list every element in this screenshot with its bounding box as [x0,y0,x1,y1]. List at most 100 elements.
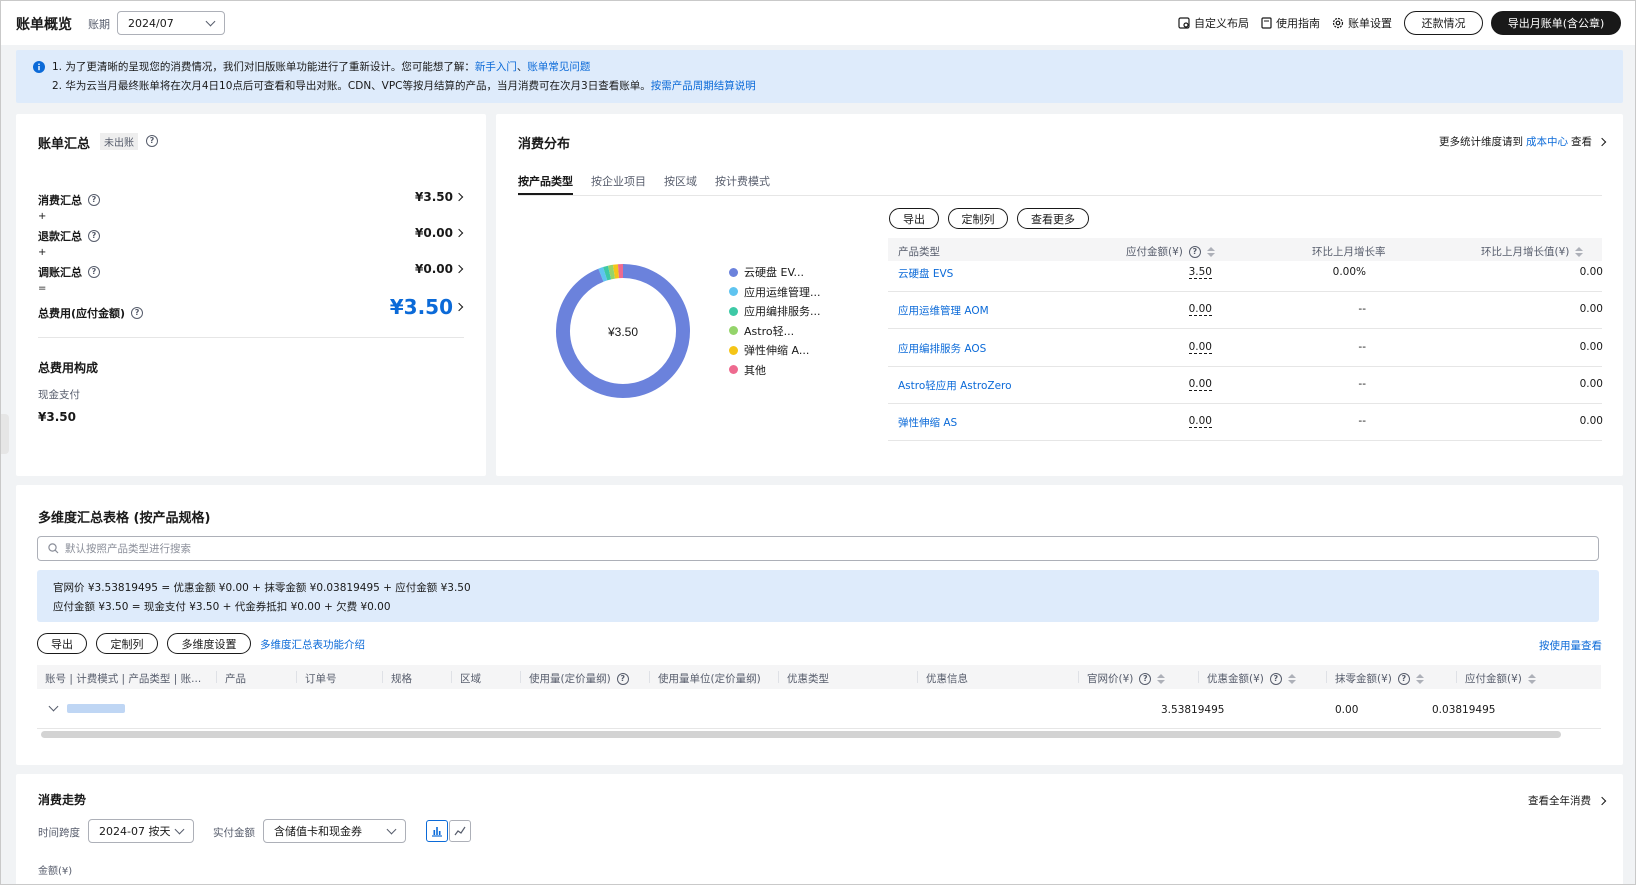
cash-value: ¥3.50 [38,410,76,424]
guide-link[interactable]: 使用指南 [1261,15,1320,31]
payable-amount[interactable]: 0.00 [1188,303,1212,317]
tab-billing-mode[interactable]: 按计费模式 [715,173,770,189]
legend-item[interactable]: 云硬盘 EV... [729,264,804,280]
legend-item[interactable]: 应用运维管理... [729,284,821,300]
payable-amount[interactable]: 0.00 [1188,378,1212,391]
legend-item[interactable]: Astro轻... [729,323,794,339]
product-link[interactable]: Astro轻应用 AstroZero [898,378,1012,393]
line-chart-toggle[interactable] [449,820,471,842]
legend-item[interactable]: 其他 [729,362,766,378]
payable-amount[interactable]: 0.00 [1188,415,1212,429]
help-icon[interactable]: ? [88,230,100,242]
mom-value: 0.00 [1579,377,1603,390]
legend-dot [729,287,738,296]
export-button[interactable]: 导出 [889,208,939,229]
help-icon[interactable]: ? [88,266,100,278]
multi-intro-link[interactable]: 多维度汇总表功能介绍 [260,637,365,652]
sort-icon[interactable] [1527,673,1536,684]
search-placeholder: 默认按照产品类型进行搜索 [65,543,191,555]
multi-col-header: 规格 [391,671,412,686]
help-icon[interactable]: ? [131,307,144,319]
tab-enterprise-project[interactable]: 按企业项目 [591,173,646,189]
account-name-redacted[interactable] [67,704,125,713]
formula-box: 官网价 ¥3.53819495 = 优惠金额 ¥0.00 + 抹零金额 ¥0.0… [37,570,1599,622]
customize-columns-button[interactable]: 定制列 [948,208,1008,229]
donut-slice[interactable] [598,267,608,282]
composition-title: 总费用构成 [38,361,99,375]
legend-item[interactable]: 应用编排服务... [729,303,821,319]
payable-amount[interactable]: 0.00 [1188,341,1212,354]
custom-layout-link[interactable]: 自定义布局 [1178,15,1249,31]
amount-type-label: 实付金额 [213,827,255,839]
chevron-right-icon [454,302,464,312]
donut-slice[interactable] [612,264,620,279]
mom-rate: -- [1358,303,1366,316]
multi-col-label: 官网价(¥) [1087,673,1134,685]
repay-button[interactable]: 还款情况 [1404,11,1483,35]
sort-icon[interactable] [1157,673,1166,684]
multi-col-label: 账号 | 计费模式 | 产品类型 | 账... [45,673,202,685]
bar-chart-toggle[interactable] [426,820,448,842]
multi-col-header: 使用量单位(定价量纲) [658,671,761,686]
period-select[interactable]: 2024/07 [117,11,225,35]
time-span-select[interactable]: 2024-07 按天 [88,819,194,843]
product-link[interactable]: 应用运维管理 AOM [898,303,989,318]
cost-center-link[interactable]: 成本中心 [1526,134,1568,149]
chevron-right-icon [454,228,464,238]
donut-slice[interactable] [607,264,616,280]
newbie-link[interactable]: 新手入门 [475,61,517,73]
total-value[interactable]: ¥3.50 [390,295,464,319]
sort-icon[interactable] [1287,673,1296,684]
sort-icon[interactable] [1206,246,1215,257]
view-more-button[interactable]: 查看更多 [1017,208,1089,229]
legend-label: 弹性伸缩 A... [744,344,810,357]
help-icon[interactable]: ? [1397,672,1410,685]
multi-title: 多维度汇总表格 (按产品规格) [38,511,211,526]
multi-dimension-card: 多维度汇总表格 (按产品规格) [16,485,1623,765]
product-link[interactable]: 弹性伸缩 AS [898,415,957,430]
usage-view-link[interactable]: 按使用量查看 [1539,638,1602,653]
multi-col-header: 优惠类型 [787,671,829,686]
faq-link[interactable]: 账单常见问题 [527,61,590,73]
bill-summary-card: 账单汇总 未出账 ? 消费汇总? ¥3.50 + 退款汇总? ¥0.00 + 调… [16,114,486,476]
horizontal-scrollbar[interactable] [41,731,1561,738]
search-input[interactable]: 默认按照产品类型进行搜索 [37,536,1599,561]
donut-slice[interactable] [603,265,612,281]
help-icon[interactable]: ? [1269,672,1282,685]
chevron-right-icon [454,264,464,274]
period-value: 2024/07 [128,16,174,30]
tab-region[interactable]: 按区域 [664,173,697,189]
consumption-value[interactable]: ¥3.50 [415,190,464,204]
product-link[interactable]: 云硬盘 EVS [898,266,953,281]
divider [38,337,464,338]
legend-item[interactable]: 弹性伸缩 A... [729,342,809,358]
multi-dims-button[interactable]: 多维度设置 [167,633,251,654]
help-icon[interactable]: ? [1139,672,1152,685]
multi-export-button[interactable]: 导出 [37,633,87,654]
period-label: 账期 [88,18,110,31]
sort-icon[interactable] [1575,246,1584,257]
multi-customize-button[interactable]: 定制列 [96,633,158,654]
multi-col-label: 抹零金额(¥) [1335,673,1392,685]
help-icon[interactable]: ? [88,194,100,206]
col-separator [917,671,918,683]
sort-icon[interactable] [1415,673,1424,684]
billing-overview-page: 账单概览 账期 2024/07 自定义布局 使用指南 账单设置 还款情况 导出月… [0,0,1636,885]
multi-col-label: 使用量单位(定价量纲) [658,673,761,685]
help-icon[interactable]: ? [146,135,158,147]
product-link[interactable]: 应用编排服务 AOS [898,341,986,356]
help-icon[interactable]: ? [1188,245,1201,258]
payable-amount[interactable]: 3.50 [1188,266,1212,279]
multi-col-header: 订单号 [305,671,337,686]
amount-type-select[interactable]: 含储值卡和现金券 [263,819,406,843]
line-chart-icon [454,826,466,836]
view-year-link[interactable]: 查看全年消费 [1528,793,1607,808]
bill-settings-link[interactable]: 账单设置 [1332,15,1392,31]
adjust-value[interactable]: ¥0.00 [415,262,464,276]
tab-product-type[interactable]: 按产品类型 [518,173,573,189]
refund-value[interactable]: ¥0.00 [415,226,464,240]
sidebar-toggle[interactable] [1,414,9,454]
export-monthly-button[interactable]: 导出月账单(含公章) [1491,11,1621,35]
settlement-link[interactable]: 按需产品周期结算说明 [651,80,756,92]
help-icon[interactable]: ? [616,672,629,685]
